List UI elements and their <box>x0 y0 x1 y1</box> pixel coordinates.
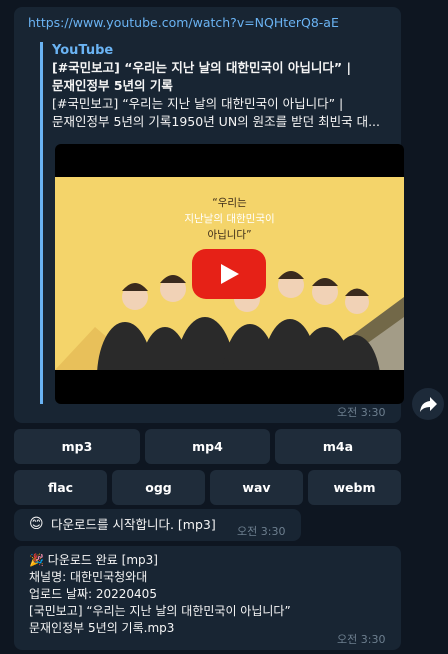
download-complete-body: 🎉 다운로드 완료 [mp3] 채널명: 대한민국청와대 업로드 날짜: 202… <box>29 552 291 637</box>
file-name-line1: [국민보고] “우리는 지난 날의 대한민국이 아닙니다” <box>29 604 291 618</box>
thumbnail-image: “우리는 지난날의 대한민국이 아닙니다” <box>55 177 404 370</box>
smile-emoji-icon: 😊 <box>29 516 44 532</box>
download-complete-message: 🎉 다운로드 완료 [mp3] 채널명: 대한민국청와대 업로드 날짜: 202… <box>14 546 401 650</box>
format-button-flac[interactable]: flac <box>14 470 107 505</box>
youtube-link[interactable]: https://www.youtube.com/watch?v=NQHterQ8… <box>28 15 339 30</box>
download-start-text: 다운로드를 시작합니다. [mp3] <box>51 517 216 532</box>
message-time: 오전 3:30 <box>337 406 386 419</box>
format-button-mp3[interactable]: mp3 <box>14 429 140 464</box>
preview-title-line2: 문재인정부 5년의 기록 <box>52 78 173 93</box>
message-time: 오전 3:30 <box>337 633 386 646</box>
thumbnail-caption-line1: “우리는 <box>212 197 247 209</box>
file-name-line2: 문재인정부 5년의 기록.mp3 <box>29 621 175 635</box>
link-message-bubble: https://www.youtube.com/watch?v=NQHterQ8… <box>14 7 404 423</box>
share-arrow-icon[interactable] <box>412 388 444 420</box>
youtube-play-icon[interactable] <box>192 249 266 299</box>
video-thumbnail[interactable]: “우리는 지난날의 대한민국이 아닙니다” <box>55 144 404 404</box>
format-button-wav[interactable]: wav <box>210 470 303 505</box>
thumbnail-caption-line2: 지난날의 대한민국이 <box>184 213 275 225</box>
link-preview[interactable]: YouTube [#국민보고] “우리는 지난 날의 대한민국이 아닙니다” |… <box>40 42 404 404</box>
format-button-webm[interactable]: webm <box>308 470 401 505</box>
channel-name: 채널명: 대한민국청와대 <box>29 570 148 584</box>
preview-description-line2: 문재인정부 5년의 기록1950년 UN의 원조를 받던 최빈국 대... <box>52 114 380 129</box>
preview-title-line1: [#국민보고] “우리는 지난 날의 대한민국이 아닙니다” | <box>52 60 352 75</box>
preview-description-line1: [#국민보고] “우리는 지난 날의 대한민국이 아닙니다” | <box>52 96 344 111</box>
thumbnail-caption: “우리는 지난날의 대한민국이 아닙니다” <box>155 195 304 243</box>
thumbnail-caption-line3: 아닙니다” <box>207 229 252 241</box>
format-button-mp4[interactable]: mp4 <box>145 429 270 464</box>
format-button-ogg[interactable]: ogg <box>112 470 205 505</box>
upload-date: 업로드 날짜: 20220405 <box>29 587 157 601</box>
format-button-m4a[interactable]: m4a <box>275 429 401 464</box>
message-time: 오전 3:30 <box>237 525 286 538</box>
party-popper-emoji-icon: 🎉 <box>29 553 44 567</box>
download-start-message: 😊 다운로드를 시작합니다. [mp3] 오전 3:30 <box>14 509 301 541</box>
preview-site-name: YouTube <box>52 43 114 58</box>
complete-title-row: 🎉 다운로드 완료 [mp3] <box>29 552 291 569</box>
complete-title: 다운로드 완료 [mp3] <box>47 553 158 567</box>
